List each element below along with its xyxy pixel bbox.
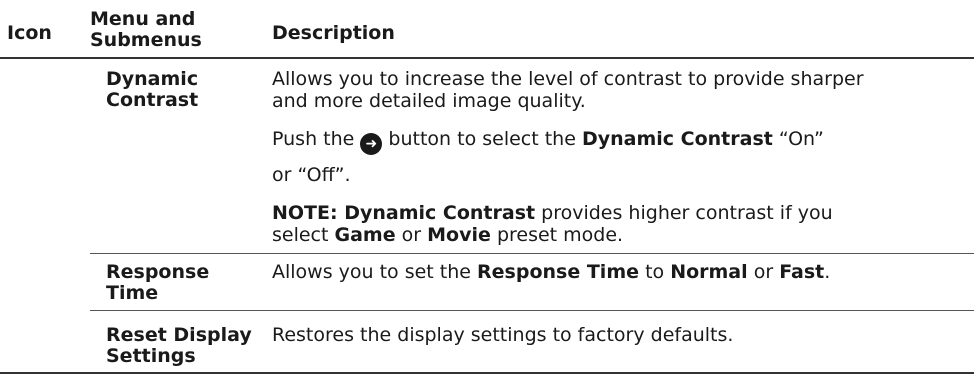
response-time-desc: Allows you to set the Response Time to N… [272,261,831,283]
dynamic-contrast-note-line2: select Game or Movie preset mode. [272,224,624,246]
table-header: Icon Menu and Submenus Description [0,0,974,57]
row-reset-display-settings-name: Reset Display Settings [106,324,252,367]
header-rule [0,57,974,59]
dynamic-contrast-desc-line2: and more detailed image quality. [272,90,586,112]
right-arrow-icon: ➜ [360,133,383,155]
row-dynamic-contrast-name: Dynamic Contrast [106,68,199,111]
dynamic-contrast-push-line2: or “Off”. [272,164,351,186]
header-menu-submenus: Menu and Submenus [90,8,202,51]
header-description: Description [272,22,395,44]
table-bottom-rule [0,372,974,374]
row-response-time-name: Response Time [106,261,210,304]
row-divider-2 [90,310,974,311]
row-divider-1 [90,253,974,254]
dynamic-contrast-note-line1: NOTE: Dynamic Contrast provides higher c… [272,202,833,224]
dynamic-contrast-push-line: Push the ➜ button to select the Dynamic … [272,129,824,155]
dynamic-contrast-desc-line1: Allows you to increase the level of cont… [272,68,864,90]
reset-display-settings-desc: Restores the display settings to factory… [272,324,734,346]
header-icon: Icon [7,22,52,44]
